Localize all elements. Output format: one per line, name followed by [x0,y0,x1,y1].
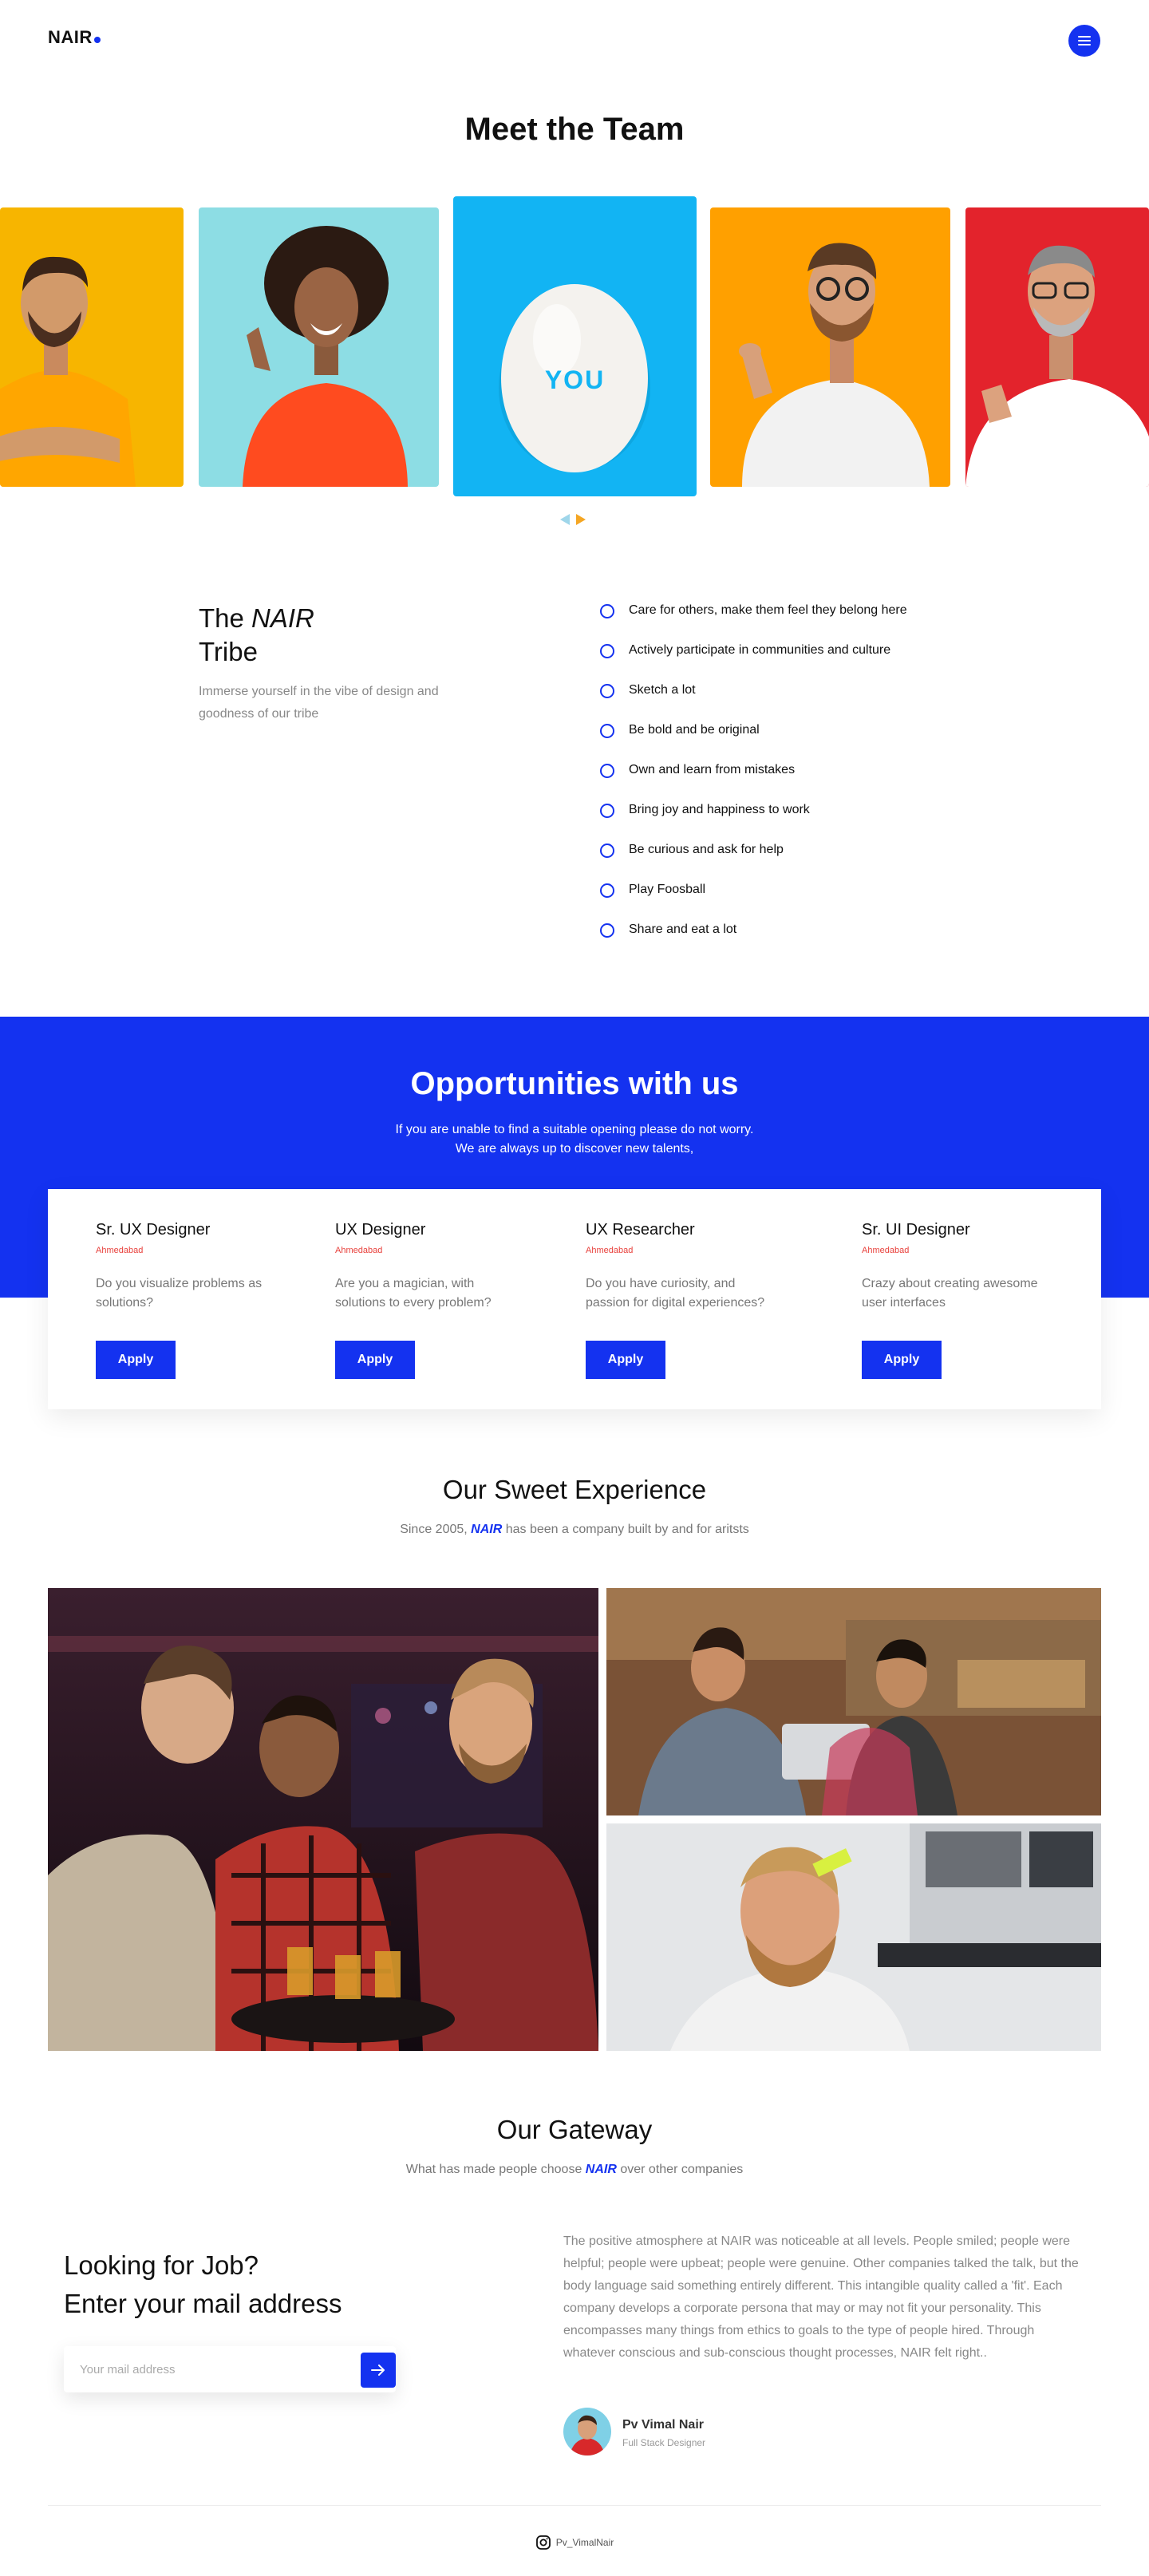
email-subscribe-form [64,2346,396,2392]
circle-bullet-icon [600,604,614,618]
circle-bullet-icon [600,764,614,778]
job-description: Do you visualize problems as solutions? [96,1277,263,1310]
footer-social-handle: Pv_VimalNair [555,2537,614,2548]
carousel-controls [559,513,590,526]
testimonial-author-name: Pv Vimal Nair [622,2418,704,2432]
office-designer-photo [606,1823,1101,2051]
circle-bullet-icon [600,844,614,858]
circle-bullet-icon [600,883,614,898]
gateway-title: Our Gateway [496,2115,653,2144]
tribe-value-item: Be bold and be original [600,723,1047,763]
job-title: Sr. UX Designer [96,1221,211,1239]
circle-bullet-icon [600,804,614,818]
circle-bullet-icon [600,644,614,658]
tribe-value-text: Care for others, make them feel they bel… [629,603,907,617]
instagram-icon [535,2535,551,2550]
team-member-card[interactable] [710,207,950,487]
opportunities-title: Opportunities with us [410,1066,739,1101]
job-description: Are you a magician, with solutions to ev… [335,1277,492,1310]
menu-button[interactable] [1068,25,1100,57]
footer-divider [48,2505,1101,2506]
circle-bullet-icon [600,724,614,738]
bar-friends-photo [48,1588,598,2051]
apply-button[interactable]: Apply [335,1341,415,1379]
job-description: Do you have curiosity, and passion for d… [586,1277,765,1310]
email-submit-button[interactable] [361,2353,396,2388]
circle-bullet-icon [600,684,614,698]
triangle-left-icon[interactable] [559,513,571,526]
job-location: Ahmedabad [586,1246,634,1255]
testimonial-text: The positive atmosphere at NAIR was noti… [563,2234,1079,2360]
arrow-right-icon [371,2365,385,2376]
job-location: Ahmedabad [862,1246,910,1255]
job-item: UX Designer Ahmedabad Are you a magician… [335,1221,527,1313]
tribe-title: The NAIR Tribe [199,603,314,666]
team-member-card[interactable] [199,207,439,487]
circle-bullet-icon [600,923,614,938]
hamburger-icon [1078,36,1091,45]
job-title: UX Researcher [586,1221,695,1239]
tribe-value-item: Share and eat a lot [600,923,1047,962]
egg-placeholder-photo [453,196,697,496]
jobs-card: Sr. UX Designer Ahmedabad Do you visuali… [48,1189,1101,1409]
tribe-subtitle: Immerse yourself in the vibe of design a… [199,685,439,721]
tribe-value-text: Be bold and be original [629,723,760,737]
job-location: Ahmedabad [335,1246,383,1255]
tribe-value-text: Sketch a lot [629,683,696,697]
tribe-value-item: Play Foosball [600,883,1047,923]
gateway-subtitle: What has made people choose NAIR over ot… [405,2163,744,2176]
experience-subtitle: Since 2005, NAIR has been a company buil… [400,1523,749,1536]
team-member-photo [710,207,950,487]
tribe-value-item: Be curious and ask for help [600,843,1047,883]
email-input[interactable] [80,2346,335,2392]
tribe-value-text: Own and learn from mistakes [629,763,796,776]
team-member-photo [0,207,184,487]
experience-title: Our Sweet Experience [442,1475,707,1504]
team-member-photo [199,207,439,487]
job-item: UX Researcher Ahmedabad Do you have curi… [586,1221,777,1313]
apply-button[interactable]: Apply [96,1341,176,1379]
site-header: NAIR [0,0,1149,80]
team-title: Meet the Team [464,112,685,147]
team-member-card[interactable] [0,207,184,487]
office-colleagues-photo [606,1588,1101,1815]
tribe-value-item: Care for others, make them feel they bel… [600,603,1047,643]
tribe-value-item: Actively participate in communities and … [600,643,1047,683]
job-item: Sr. UI Designer Ahmedabad Crazy about cr… [862,1221,1053,1313]
footer-social-link[interactable]: Pv_VimalNair [0,2535,1149,2550]
tribe-value-text: Bring joy and happiness to work [629,803,810,816]
tribe-value-item: Sketch a lot [600,683,1047,723]
logo-dot [93,37,101,43]
team-member-card-you[interactable]: YOU [453,196,697,496]
job-title: UX Designer [335,1221,426,1239]
tribe-value-item: Own and learn from mistakes [600,763,1047,803]
logo[interactable]: NAIR [48,27,101,48]
tribe-value-text: Play Foosball [629,883,706,896]
opportunities-subtitle: If you are unable to find a suitable ope… [395,1123,754,1156]
job-cta-heading: Looking for Job? Enter your mail address [64,2250,342,2318]
tribe-values-list: Care for others, make them feel they bel… [600,603,1047,962]
testimonial-author-role: Full Stack Designer [622,2437,706,2448]
tribe-value-text: Share and eat a lot [629,923,737,936]
tribe-value-text: Be curious and ask for help [629,843,784,856]
avatar [563,2408,611,2455]
job-item: Sr. UX Designer Ahmedabad Do you visuali… [96,1221,287,1313]
job-description: Crazy about creating awesome user interf… [862,1277,1038,1310]
tribe-value-item: Bring joy and happiness to work [600,803,1047,843]
team-member-photo [965,207,1149,487]
triangle-right-icon[interactable] [574,513,587,526]
tribe-value-text: Actively participate in communities and … [629,643,891,657]
job-location: Ahmedabad [96,1246,144,1255]
team-member-card[interactable] [965,207,1149,487]
apply-button[interactable]: Apply [586,1341,665,1379]
you-label: YOU [544,365,606,394]
apply-button[interactable]: Apply [862,1341,942,1379]
job-title: Sr. UI Designer [862,1221,970,1239]
